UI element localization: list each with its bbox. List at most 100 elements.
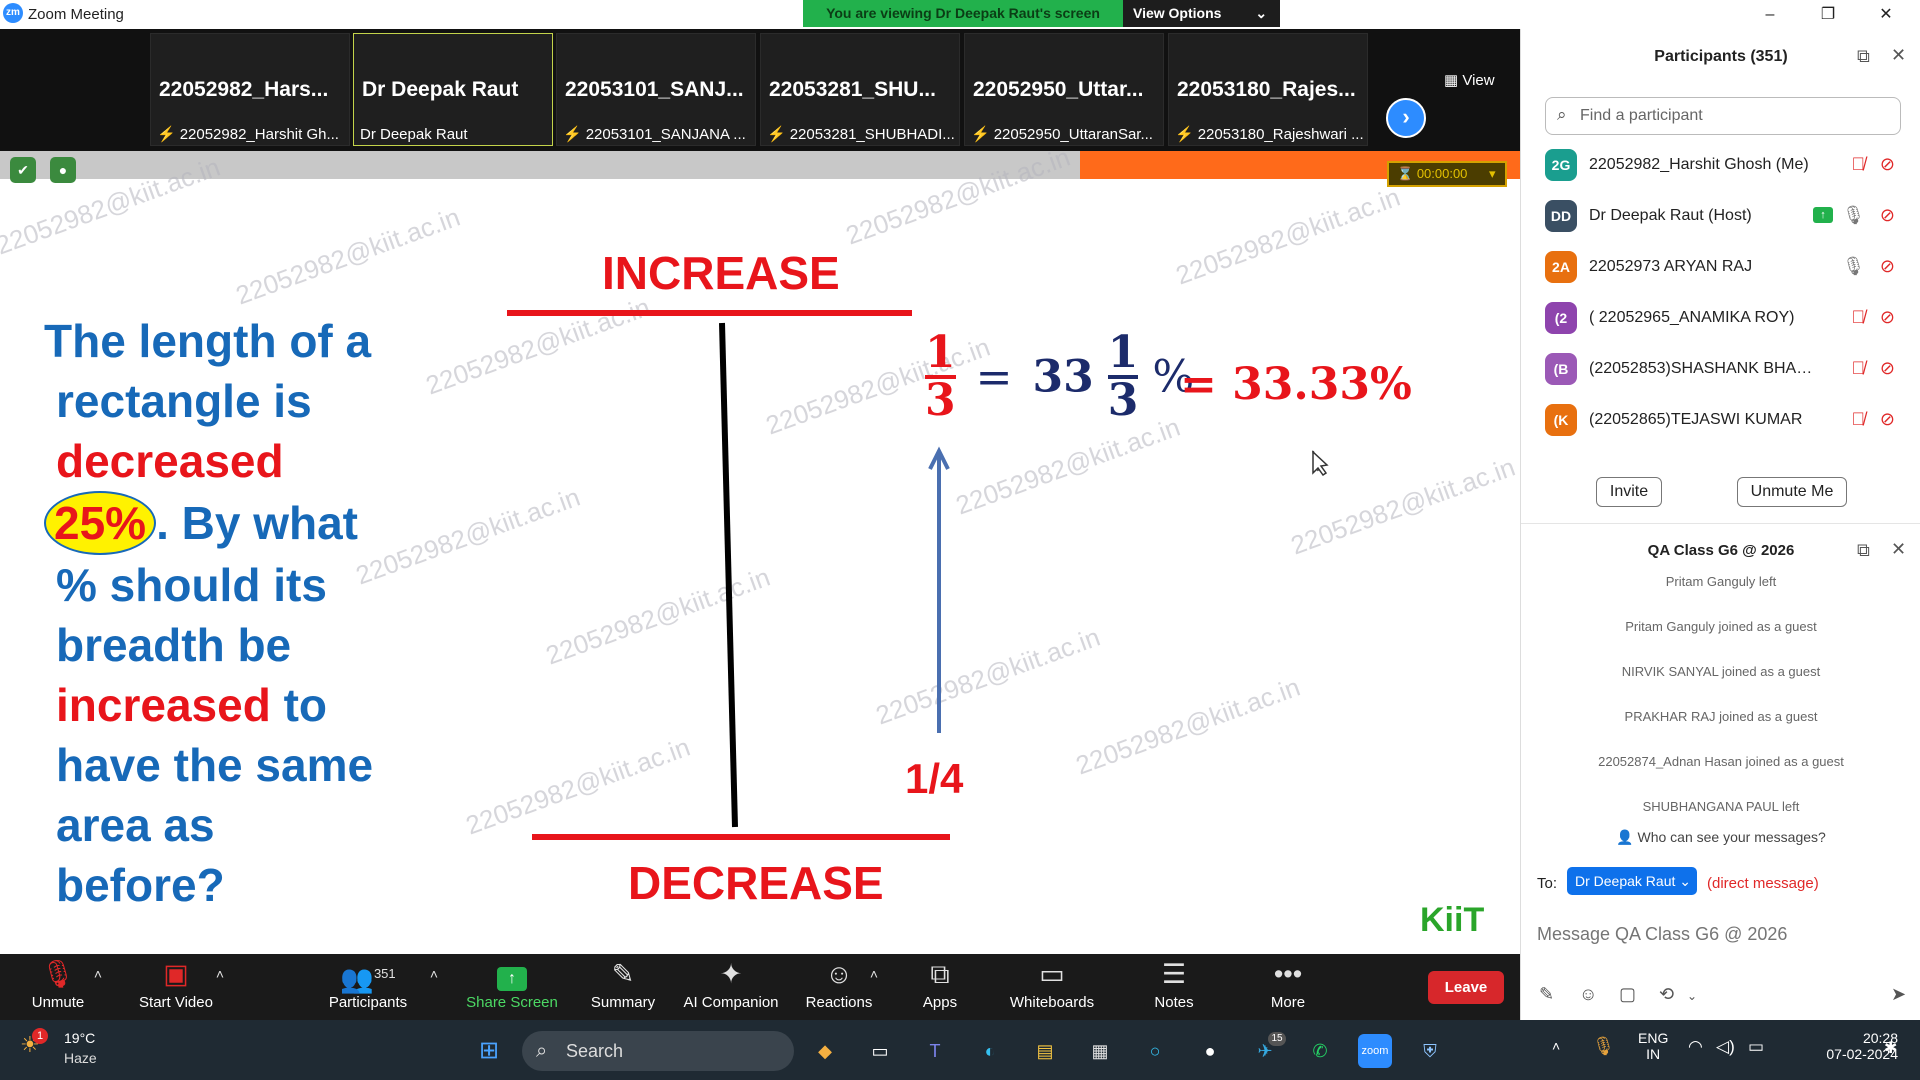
format-icon[interactable]: ✎ — [1539, 984, 1554, 1005]
mic-muted-icon[interactable]: 🎙̸ — [1852, 154, 1866, 175]
language-indicator[interactable]: ENG IN — [1638, 1030, 1668, 1062]
close-participants-icon[interactable]: ✕ — [1891, 45, 1906, 66]
mic-muted-icon[interactable]: 🎙̸ — [1852, 409, 1866, 430]
participants-options-caret[interactable]: ˄ — [424, 954, 444, 1020]
participant-name: 22052973 ARYAN RAJ — [1589, 258, 1753, 275]
audio-options-caret[interactable]: ˄ — [88, 954, 108, 1020]
recipient-name: Dr Deepak Raut — [1575, 873, 1676, 889]
mic-on-icon[interactable]: 🎙 — [1842, 205, 1865, 226]
tile-label-text: 22053281_SHUBHADI... — [789, 126, 955, 143]
start-video-button[interactable]: ▣ Start Video — [130, 954, 222, 1020]
sparkle-icon: ✦ — [719, 959, 743, 989]
viewing-banner-text: You are viewing Dr Deepak Raut's screen — [803, 0, 1123, 27]
chat-message-input[interactable] — [1537, 914, 1907, 954]
video-off-icon[interactable]: ⊘ — [1880, 307, 1895, 328]
unmute-me-button[interactable]: Unmute Me — [1737, 477, 1847, 507]
video-tile[interactable]: 22052950_Uttar... ⚡ 22052950_UttaranSar..… — [964, 33, 1164, 146]
vertical-line — [719, 322, 738, 828]
equals-sign: = — [975, 351, 1013, 403]
participant-row[interactable]: (B (22052853)SHASHANK BHARAT... 🎙̸ ⊘ — [1545, 349, 1895, 389]
teams-icon[interactable]: T — [918, 1034, 952, 1068]
mic-in-use-icon[interactable]: 🎙 — [1592, 1036, 1615, 1057]
video-tile-active-speaker[interactable]: Dr Deepak Raut Dr Deepak Raut — [353, 33, 553, 146]
whiteboards-label: Whiteboards — [1009, 994, 1095, 1011]
invite-button[interactable]: Invite — [1596, 477, 1662, 507]
participant-row[interactable]: 2A 22052973 ARYAN RAJ 🎙 ⊘ — [1545, 247, 1895, 287]
popout-icon[interactable]: ⧉ — [1857, 46, 1870, 67]
weather-temp[interactable]: 19°C — [64, 1030, 95, 1046]
close-button[interactable]: ✕ — [1858, 0, 1914, 29]
ai-companion-button[interactable]: ✦ AI Companion — [676, 954, 786, 1020]
windows-start-icon[interactable]: ⊞ — [472, 1034, 506, 1068]
video-tile[interactable]: 22052982_Hars... ⚡ 22052982_Harshit Gh... — [150, 33, 350, 146]
participant-search-input[interactable]: ⌕ Find a participant — [1545, 97, 1901, 135]
whatsapp-icon[interactable]: ✆ — [1303, 1034, 1337, 1068]
emoji-icon[interactable]: ☺ — [1579, 984, 1597, 1005]
minimize-button[interactable]: – — [1742, 0, 1798, 29]
mic-on-icon[interactable]: 🎙 — [1842, 256, 1865, 277]
share-screen-button[interactable]: ↑ Share Screen — [462, 954, 562, 1020]
video-off-icon[interactable]: ⊘ — [1880, 358, 1895, 379]
task-view-icon[interactable]: ▭ — [863, 1034, 897, 1068]
participant-row[interactable]: (2 ( 22052965_ANAMIKA ROY) 🎙̸ ⊘ — [1545, 298, 1895, 338]
more-button[interactable]: ••• More — [1258, 954, 1318, 1020]
video-off-icon[interactable]: ⊘ — [1880, 205, 1895, 226]
summary-button[interactable]: ✎ Summary — [580, 954, 666, 1020]
apps-button[interactable]: ⧉ Apps — [910, 954, 970, 1020]
participant-row[interactable]: 2G 22052982_Harshit Ghosh (Me) 🎙̸ ⊘ — [1545, 145, 1895, 185]
chevron-down-icon[interactable]: ⌄ — [1687, 989, 1697, 1003]
screenshot-icon[interactable]: ⟲ — [1659, 984, 1674, 1005]
file-explorer-icon[interactable]: ▤ — [1028, 1034, 1062, 1068]
vpn-icon[interactable]: ⛨ — [1413, 1034, 1447, 1068]
file-icon[interactable]: ▢ — [1619, 984, 1636, 1005]
view-options-button[interactable]: View Options ⌄ — [1133, 0, 1273, 27]
notification-icon[interactable]: ✱ — [1884, 1038, 1897, 1058]
zoom-taskbar-icon[interactable]: zoom — [1358, 1034, 1392, 1068]
tile-name: 22052950_Uttar... — [973, 78, 1144, 101]
send-icon[interactable]: ➤ — [1891, 984, 1906, 1005]
copilot-icon[interactable]: ◆ — [808, 1034, 842, 1068]
next-page-button[interactable]: › — [1386, 98, 1426, 138]
chat-system-message: PRAKHAR RAJ joined as a guest — [1624, 709, 1818, 724]
whiteboards-button[interactable]: ▭ Whiteboards — [1000, 954, 1104, 1020]
apps-label: Apps — [922, 994, 958, 1011]
cortana-icon[interactable]: ○ — [1138, 1034, 1172, 1068]
mic-muted-icon[interactable]: 🎙̸ — [1852, 307, 1866, 328]
more-label: More — [1270, 994, 1306, 1011]
video-tile[interactable]: 22053101_SANJ... ⚡ 22053101_SANJANA ... — [556, 33, 756, 146]
view-button[interactable]: ▦ View — [1444, 71, 1495, 89]
popout-icon[interactable]: ⧉ — [1857, 540, 1870, 561]
store-icon[interactable]: ▦ — [1083, 1034, 1117, 1068]
github-icon[interactable]: ● — [1193, 1034, 1227, 1068]
fraction-denominator: 3 — [1107, 375, 1139, 426]
who-can-see-link[interactable]: 👤 Who can see your messages? — [1521, 829, 1920, 846]
volume-icon[interactable]: ◁) — [1716, 1037, 1735, 1057]
increase-label: INCREASE — [602, 247, 840, 299]
video-options-caret[interactable]: ˄ — [210, 954, 230, 1020]
participant-row[interactable]: (K (22052865)TEJASWI KUMAR 🎙̸ ⊘ — [1545, 400, 1895, 440]
participant-row[interactable]: DD Dr Deepak Raut (Host) ↑ 🎙 ⊘ — [1545, 196, 1895, 236]
search-icon: ⌕ — [1557, 105, 1567, 124]
reactions-options-caret[interactable]: ˄ — [864, 954, 884, 1020]
close-chat-icon[interactable]: ✕ — [1891, 539, 1906, 560]
mic-muted-icon[interactable]: 🎙̸ — [1852, 358, 1866, 379]
view-label: View — [1462, 72, 1495, 89]
wifi-icon[interactable]: ◠ — [1688, 1037, 1703, 1057]
chevron-up-icon[interactable]: ˄ — [1552, 1038, 1560, 1054]
notes-button[interactable]: ☰ Notes — [1144, 954, 1204, 1020]
video-off-icon[interactable]: ⊘ — [1880, 409, 1895, 430]
video-tile[interactable]: 22053281_SHU... ⚡ 22053281_SHUBHADI... — [760, 33, 960, 146]
unmute-button[interactable]: 🎙 Unmute — [20, 954, 96, 1020]
taskbar-search[interactable]: ⌕ Search — [522, 1031, 794, 1071]
divider — [1521, 523, 1920, 524]
tile-label: Dr Deepak Raut — [360, 126, 468, 143]
maximize-button[interactable]: ❐ — [1800, 0, 1856, 29]
video-off-icon[interactable]: ⊘ — [1880, 154, 1895, 175]
battery-icon[interactable]: ▭ — [1748, 1037, 1764, 1057]
video-tile[interactable]: 22053180_Rajes... ⚡ 22053180_Rajeshwari .… — [1168, 33, 1368, 146]
recipient-dropdown[interactable]: Dr Deepak Raut ⌄ — [1567, 867, 1697, 895]
edge-icon[interactable]: ◐ — [973, 1034, 1007, 1068]
participants-button[interactable]: 👥351 Participants — [322, 954, 414, 1020]
leave-button[interactable]: Leave — [1428, 971, 1504, 1004]
video-off-icon[interactable]: ⊘ — [1880, 256, 1895, 277]
